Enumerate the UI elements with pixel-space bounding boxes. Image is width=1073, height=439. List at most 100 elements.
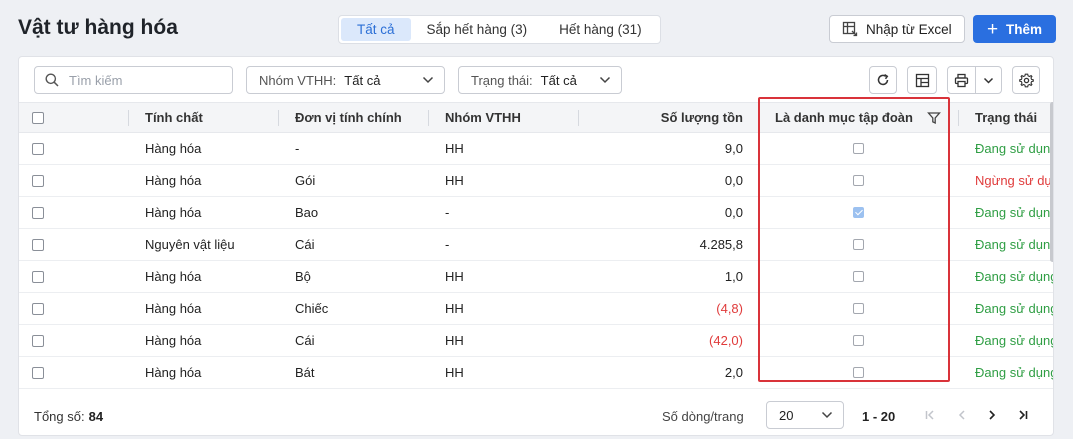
cell-group: -	[445, 205, 450, 220]
page-range: 1 - 20	[862, 409, 896, 424]
printer-icon	[954, 73, 969, 87]
corporate-checkbox[interactable]	[853, 143, 864, 154]
corporate-checkbox[interactable]	[853, 175, 864, 186]
print-button[interactable]	[948, 67, 976, 93]
total-label: Tổng số:	[34, 409, 85, 424]
column-header-status[interactable]: Trạng thái	[975, 103, 1037, 132]
search-icon	[45, 73, 59, 87]
cell-unit: Cái	[295, 333, 315, 348]
add-button[interactable]: + Thêm	[973, 15, 1056, 43]
table-row[interactable]: Hàng hóa Chiếc HH (4,8) Đang sử dụng	[19, 293, 1053, 325]
row-checkbox[interactable]	[32, 143, 44, 155]
column-header-unit[interactable]: Đơn vị tính chính	[295, 103, 402, 132]
corporate-checkbox[interactable]	[853, 207, 864, 218]
first-page-button[interactable]	[922, 407, 938, 423]
column-layout-button[interactable]	[907, 66, 937, 94]
cell-status: Đang sử dụng	[975, 237, 1053, 252]
column-divider	[958, 110, 959, 126]
cell-quantity: 1,0	[724, 269, 743, 284]
cell-group: HH	[445, 365, 464, 380]
row-checkbox[interactable]	[32, 271, 44, 283]
tab-out-of-stock[interactable]: Hết hàng (31)	[543, 18, 658, 41]
import-excel-label: Nhập từ Excel	[866, 21, 952, 37]
table-row[interactable]: Hàng hóa Bộ HH 1,0 Đang sử dụng	[19, 261, 1053, 293]
tab-low-stock[interactable]: Sắp hết hàng (3)	[411, 18, 544, 41]
cell-unit: -	[295, 141, 300, 156]
tab-all[interactable]: Tất cả	[341, 18, 411, 41]
row-checkbox[interactable]	[32, 175, 44, 187]
row-checkbox[interactable]	[32, 335, 44, 347]
cell-nature: Nguyên vật liệu	[145, 237, 235, 252]
cell-nature: Hàng hóa	[145, 365, 202, 380]
group-filter-label: Nhóm VTHH:	[259, 72, 337, 88]
search-placeholder: Tìm kiếm	[69, 72, 123, 88]
cell-quantity: 9,0	[724, 141, 743, 156]
column-header-nature[interactable]: Tính chất	[145, 103, 203, 132]
cell-status: Ngừng sử dụng	[975, 173, 1053, 188]
cell-unit: Chiếc	[295, 301, 329, 316]
corporate-checkbox[interactable]	[853, 335, 864, 346]
prev-page-button[interactable]	[954, 407, 970, 423]
chevron-down-icon	[422, 76, 434, 84]
column-header-quantity[interactable]: Số lượng tồn	[579, 103, 743, 132]
cell-group: HH	[445, 141, 464, 156]
gear-icon	[1018, 73, 1034, 87]
refresh-icon	[877, 73, 889, 86]
chevron-down-icon	[983, 77, 994, 84]
import-excel-button[interactable]: Nhập từ Excel	[829, 15, 965, 43]
column-divider	[758, 110, 759, 126]
status-filter-value: Tất cả	[540, 72, 577, 88]
data-table: Tính chất Đơn vị tính chính Nhóm VTHH Số…	[19, 102, 1053, 389]
add-label: Thêm	[1006, 21, 1043, 37]
filter-icon[interactable]	[927, 111, 941, 128]
table-row[interactable]: Hàng hóa - HH 9,0 Đang sử dụng	[19, 133, 1053, 165]
column-header-corporate[interactable]: Là danh mục tập đoàn	[775, 103, 913, 132]
corporate-checkbox[interactable]	[853, 239, 864, 250]
cell-group: HH	[445, 269, 464, 284]
select-all-checkbox[interactable]	[32, 112, 44, 124]
row-checkbox[interactable]	[32, 367, 44, 379]
cell-quantity: 0,0	[724, 173, 743, 188]
cell-group: HH	[445, 301, 464, 316]
cell-unit: Bát	[295, 365, 315, 380]
table-row[interactable]: Hàng hóa Cái HH (42,0) Đang sử dụng	[19, 325, 1053, 357]
status-filter-label: Trạng thái:	[471, 72, 533, 88]
tab-bar: Tất cả Sắp hết hàng (3) Hết hàng (31)	[338, 15, 661, 44]
cell-unit: Bao	[295, 205, 319, 220]
table-row[interactable]: Nguyên vật liệu Cái - 4.285,8 Đang sử dụng	[19, 229, 1053, 261]
plus-icon: +	[986, 18, 999, 40]
search-input[interactable]: Tìm kiếm	[34, 66, 233, 94]
cell-nature: Hàng hóa	[145, 173, 202, 188]
corporate-checkbox[interactable]	[853, 367, 864, 378]
toolbar: Tìm kiếm Nhóm VTHH: Tất cả Trạng thái: T…	[19, 57, 1053, 102]
row-checkbox[interactable]	[32, 239, 44, 251]
settings-button[interactable]	[1012, 66, 1040, 94]
excel-import-icon	[842, 21, 858, 37]
status-filter-dropdown[interactable]: Trạng thái: Tất cả	[458, 66, 622, 94]
table-row[interactable]: Hàng hóa Bát HH 2,0 Đang sử dụng	[19, 357, 1053, 389]
last-page-button[interactable]	[1015, 407, 1031, 423]
page-title: Vật tư hàng hóa	[18, 16, 178, 39]
cell-group: HH	[445, 333, 464, 348]
row-checkbox[interactable]	[32, 303, 44, 315]
total-value: 84	[88, 409, 104, 424]
print-options-button[interactable]	[976, 67, 1001, 93]
table-footer: Tổng số: 84 Số dòng/trang 20 1 - 20	[19, 397, 1053, 435]
cell-quantity: (4,8)	[716, 301, 743, 316]
column-header-group[interactable]: Nhóm VTHH	[445, 103, 521, 132]
cell-quantity: 4.285,8	[699, 237, 743, 252]
refresh-button[interactable]	[869, 66, 897, 94]
cell-quantity: 2,0	[724, 365, 743, 380]
column-divider	[128, 110, 129, 126]
cell-nature: Hàng hóa	[145, 205, 202, 220]
group-filter-dropdown[interactable]: Nhóm VTHH: Tất cả	[246, 66, 445, 94]
table-row[interactable]: Hàng hóa Bao - 0,0 Đang sử dụng	[19, 197, 1053, 229]
rows-per-page-select[interactable]: 20	[766, 401, 844, 429]
cell-quantity: (42,0)	[709, 333, 743, 348]
corporate-checkbox[interactable]	[853, 271, 864, 282]
row-checkbox[interactable]	[32, 207, 44, 219]
corporate-checkbox[interactable]	[853, 303, 864, 314]
next-page-button[interactable]	[984, 407, 1000, 423]
table-row[interactable]: Hàng hóa Gói HH 0,0 Ngừng sử dụng	[19, 165, 1053, 197]
vertical-scrollbar[interactable]	[1050, 102, 1053, 262]
